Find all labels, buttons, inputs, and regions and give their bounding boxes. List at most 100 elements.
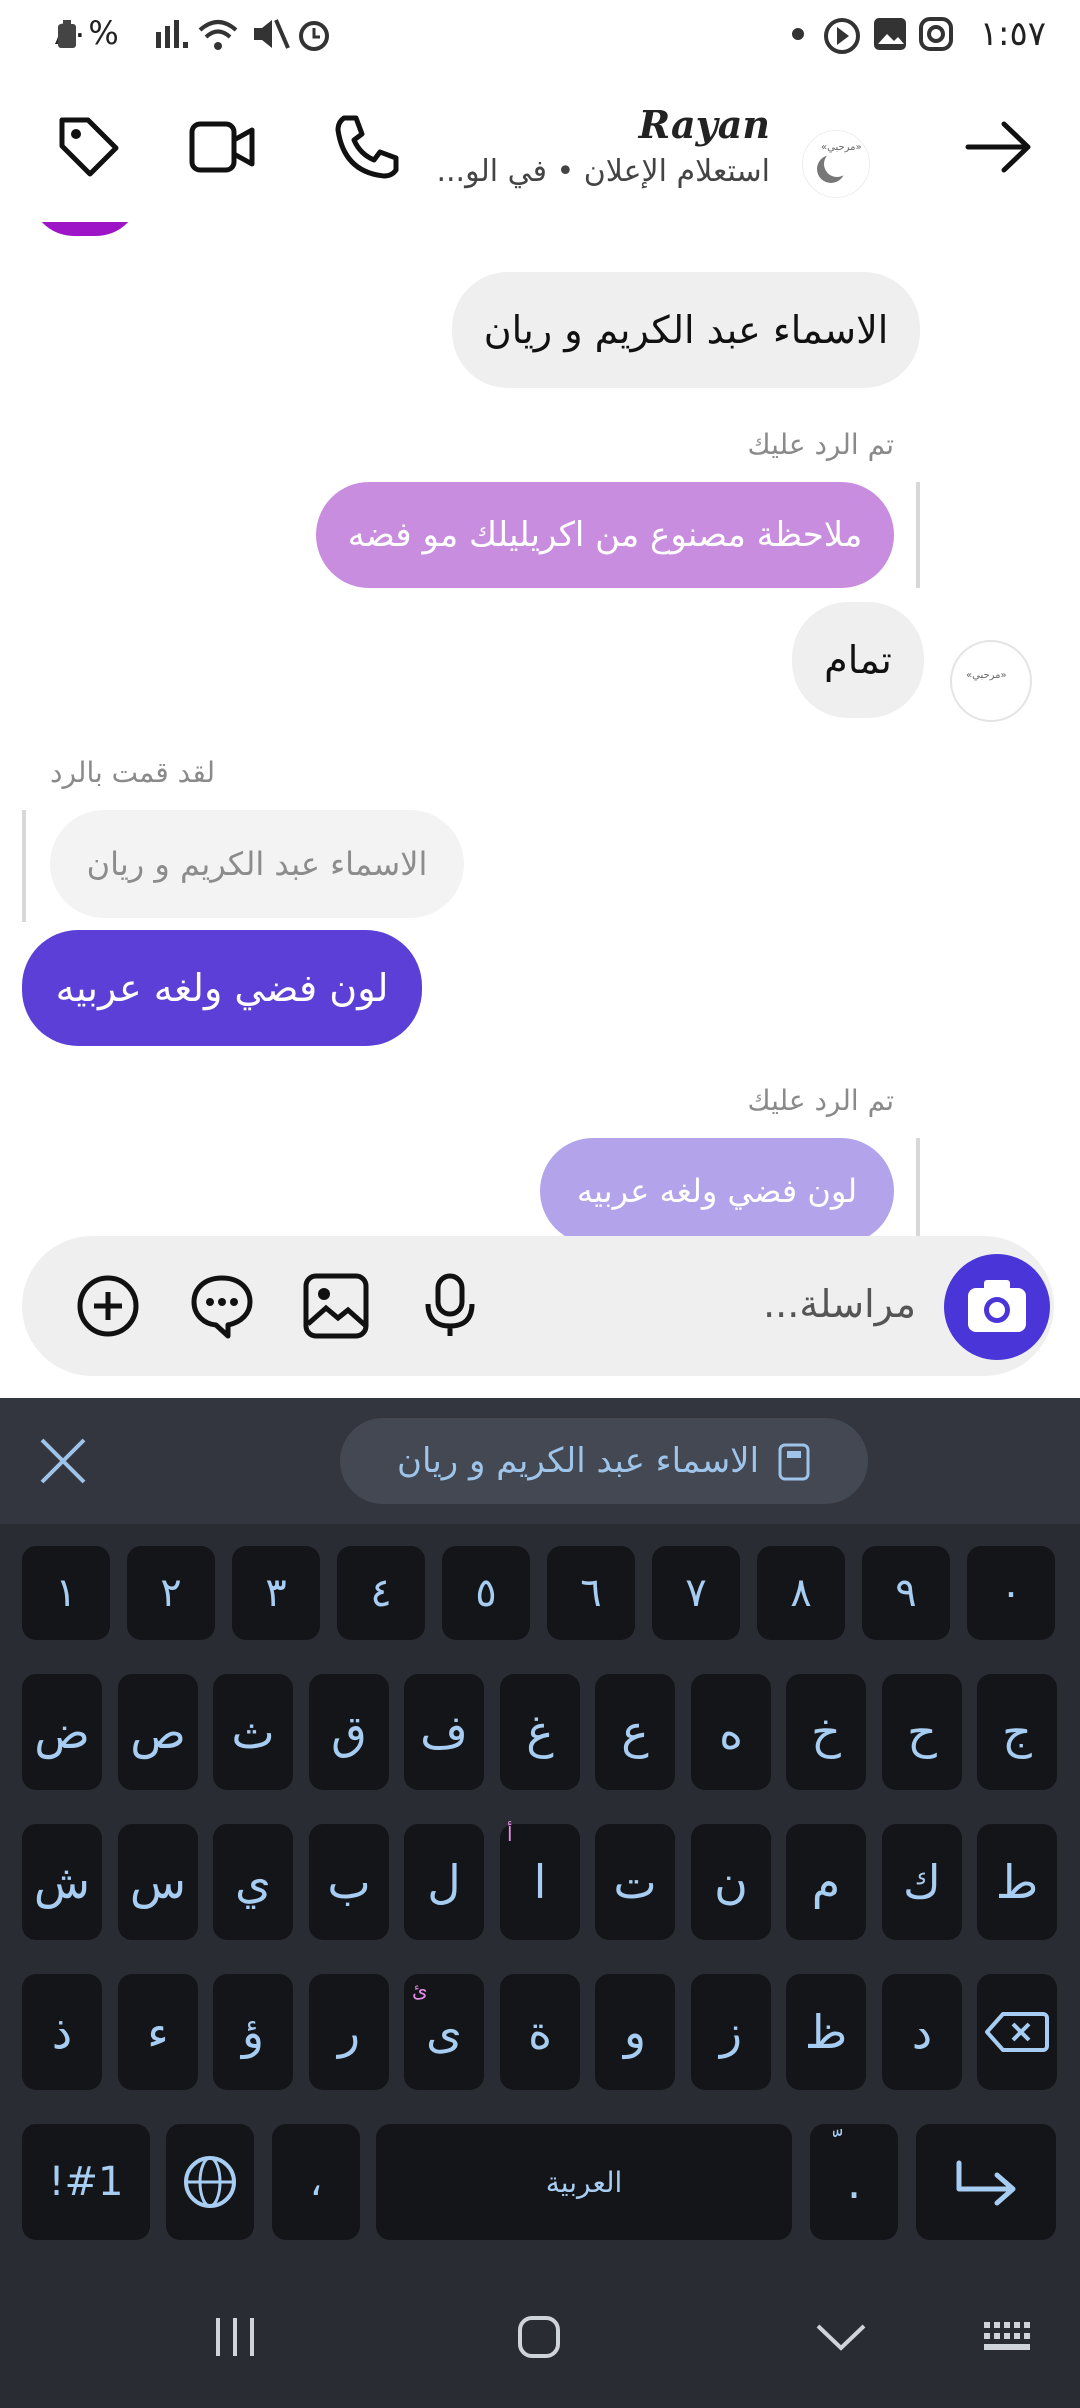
- key-letter[interactable]: غ: [500, 1674, 580, 1790]
- clipboard-bar: الاسماء عبد الكريم و ريان: [0, 1398, 1080, 1524]
- message-bubble[interactable]: لون فضي ولغه عربيه: [540, 1138, 894, 1236]
- key-letter[interactable]: ح: [882, 1674, 962, 1790]
- key-3[interactable]: ٣: [232, 1546, 320, 1640]
- backspace-icon: [985, 2012, 1049, 2052]
- language-key[interactable]: [166, 2124, 254, 2240]
- gallery-icon[interactable]: [302, 1272, 370, 1340]
- contact-name[interactable]: Rayan: [639, 102, 770, 147]
- quoted-text: الاسماء عبد الكريم و ريان: [86, 845, 428, 883]
- key-letter[interactable]: ف: [404, 1674, 484, 1790]
- message-bubble[interactable]: الاسماء عبد الكريم و ريان: [452, 272, 920, 388]
- contact-subtitle[interactable]: استعلام الإعلان • في الو...: [436, 154, 770, 189]
- key-letter[interactable]: ث: [213, 1674, 293, 1790]
- key-letter[interactable]: ض: [22, 1674, 102, 1790]
- key-7[interactable]: ٧: [652, 1546, 740, 1640]
- clipboard-text: الاسماء عبد الكريم و ريان: [397, 1441, 760, 1481]
- gallery-icon: [874, 18, 906, 50]
- key-letter[interactable]: ن: [691, 1824, 771, 1940]
- key-5[interactable]: ٥: [442, 1546, 530, 1640]
- message-bubble[interactable]: تمام: [792, 602, 924, 718]
- sender-avatar[interactable]: «مرحبي»: [950, 640, 1032, 722]
- key-2[interactable]: ٢: [127, 1546, 215, 1640]
- play-icon: [824, 18, 860, 54]
- key-letter[interactable]: ل: [404, 1824, 484, 1940]
- keyboard: الاسماء عبد الكريم و ريان ١ ٢ ٣ ٤ ٥ ٦ ٧ …: [0, 1398, 1080, 2408]
- avatar[interactable]: «مرحبي»: [802, 130, 870, 198]
- message-text: تمام: [824, 638, 892, 682]
- key-letter[interactable]: ك: [882, 1824, 962, 1940]
- key-letter[interactable]: ت: [595, 1824, 675, 1940]
- sticker-chat-icon[interactable]: [188, 1272, 256, 1340]
- key-letter[interactable]: ء: [118, 1974, 198, 2090]
- camera-button[interactable]: [944, 1254, 1050, 1360]
- key-letter[interactable]: و: [595, 1974, 675, 2090]
- back-arrow-icon[interactable]: [964, 112, 1034, 182]
- key-letter[interactable]: ؤ: [213, 1974, 293, 2090]
- tag-icon[interactable]: [54, 112, 124, 182]
- key-letter[interactable]: ش: [22, 1824, 102, 1940]
- key-letter[interactable]: ج: [977, 1674, 1057, 1790]
- mute-icon: [254, 19, 290, 49]
- key-letter[interactable]: ط: [977, 1824, 1057, 1940]
- key-letter[interactable]: ظ: [786, 1974, 866, 2090]
- video-call-icon[interactable]: [188, 112, 258, 182]
- key-letter[interactable]: ه: [691, 1674, 771, 1790]
- message-list[interactable]: الاسماء عبد الكريم و ريان تم الرد عليك م…: [0, 222, 1080, 1236]
- message-input[interactable]: مراسلة...: [763, 1282, 916, 1326]
- avatar-text: «مرحبي»: [966, 670, 1007, 681]
- symbols-key[interactable]: !#1: [22, 2124, 150, 2240]
- battery-icon: [58, 20, 76, 48]
- key-letter[interactable]: ر: [309, 1974, 389, 2090]
- comma-key[interactable]: ،: [272, 2124, 360, 2240]
- home-icon[interactable]: [514, 2312, 564, 2362]
- reply-indicator: [22, 810, 26, 922]
- enter-icon: [956, 2160, 1016, 2206]
- clock: ١:٥٧: [979, 14, 1046, 54]
- status-bar: ٨٠% ١:٥٧: [0, 0, 1080, 72]
- key-letter[interactable]: ق: [309, 1674, 389, 1790]
- quoted-message[interactable]: الاسماء عبد الكريم و ريان: [50, 810, 464, 918]
- key-8[interactable]: ٨: [757, 1546, 845, 1640]
- microphone-icon[interactable]: [416, 1272, 484, 1340]
- backspace-key[interactable]: [977, 1974, 1057, 2090]
- key-letter[interactable]: م: [786, 1824, 866, 1940]
- add-icon[interactable]: [74, 1272, 142, 1340]
- period-key[interactable]: .: [810, 2124, 898, 2240]
- key-letter[interactable]: ي: [213, 1824, 293, 1940]
- partial-bubble: [30, 222, 140, 236]
- key-letter[interactable]: خ: [786, 1674, 866, 1790]
- close-icon[interactable]: [38, 1436, 88, 1486]
- key-letter[interactable]: س: [118, 1824, 198, 1940]
- key-letter[interactable]: ب: [309, 1824, 389, 1940]
- key-label: ى: [425, 2005, 462, 2059]
- message-bubble[interactable]: ملاحظة مصنوع من اكريليلك مو فضه: [316, 482, 894, 588]
- key-letter[interactable]: ذ: [22, 1974, 102, 2090]
- enter-key[interactable]: [916, 2124, 1056, 2240]
- key-letter[interactable]: د: [882, 1974, 962, 2090]
- keyboard-icon[interactable]: [982, 2318, 1038, 2358]
- key-hint: ئ: [412, 1978, 428, 2002]
- key-letter[interactable]: ة: [500, 1974, 580, 2090]
- key-1[interactable]: ١: [22, 1546, 110, 1640]
- reply-meta: لقد قمت بالرد: [50, 756, 216, 789]
- key-0[interactable]: ٠: [967, 1546, 1055, 1640]
- alarm-icon: [299, 21, 329, 51]
- instagram-icon: [919, 17, 953, 51]
- key-letter[interactable]: ع: [595, 1674, 675, 1790]
- key-letter[interactable]: ز: [691, 1974, 771, 2090]
- recent-apps-icon[interactable]: [210, 2312, 260, 2362]
- key-4[interactable]: ٤: [337, 1546, 425, 1640]
- key-6[interactable]: ٦: [547, 1546, 635, 1640]
- phone-call-icon[interactable]: [330, 112, 400, 182]
- message-bubble[interactable]: لون فضي ولغه عربيه: [22, 930, 422, 1046]
- wifi-icon: [198, 20, 238, 50]
- reply-indicator: [916, 1138, 920, 1236]
- space-key[interactable]: العربية: [376, 2124, 792, 2240]
- key-letter[interactable]: ص: [118, 1674, 198, 1790]
- message-text: ملاحظة مصنوع من اكريليلك مو فضه: [347, 515, 863, 555]
- chevron-down-icon[interactable]: [814, 2320, 868, 2356]
- system-nav-bar: [0, 2268, 1080, 2408]
- key-label: ا: [533, 1855, 547, 1909]
- key-9[interactable]: ٩: [862, 1546, 950, 1640]
- clipboard-suggestion[interactable]: الاسماء عبد الكريم و ريان: [340, 1418, 868, 1504]
